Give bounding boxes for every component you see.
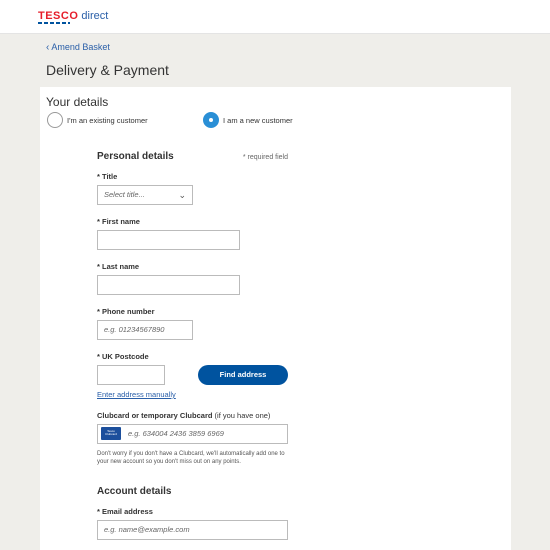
last-name-label: * Last name	[97, 262, 140, 271]
amend-basket-link[interactable]: ‹ Amend Basket	[46, 42, 110, 53]
amend-basket-label: Amend Basket	[51, 42, 110, 52]
title-select-value: Select title...	[104, 190, 145, 199]
existing-customer-radio[interactable]	[47, 112, 63, 128]
email-input[interactable]: e.g. name@example.com	[97, 520, 288, 540]
required-field-note: * required field	[242, 154, 288, 161]
chevron-down-icon: ⌄	[178, 190, 186, 200]
tesco-direct-logo[interactable]: TESCO direct	[38, 10, 108, 22]
personal-details-heading: Personal details	[97, 151, 174, 162]
clubcard-label: Clubcard or temporary Clubcard (if you h…	[97, 411, 270, 420]
chevron-left-icon: ‹	[46, 42, 50, 53]
enter-address-manually-link[interactable]: Enter address manually	[97, 390, 176, 399]
first-name-label: * First name	[97, 217, 140, 226]
postcode-label: * UK Postcode	[97, 352, 149, 361]
find-address-button[interactable]: Find address	[198, 365, 288, 385]
title-label: * Title	[97, 172, 118, 181]
new-customer-option[interactable]: I am a new customer	[203, 112, 293, 128]
phone-label: * Phone number	[97, 307, 155, 316]
clubcard-label-suffix: (if you have one)	[214, 411, 271, 420]
your-details-title: Your details	[46, 95, 109, 109]
existing-customer-label: I'm an existing customer	[67, 115, 148, 125]
last-name-input[interactable]	[97, 275, 240, 295]
new-customer-label: I am a new customer	[223, 115, 293, 125]
details-card: Your details I'm an existing customer I …	[40, 87, 511, 550]
new-customer-radio[interactable]	[203, 112, 219, 128]
logo-suffix: direct	[81, 10, 109, 22]
postcode-input[interactable]	[97, 365, 165, 385]
existing-customer-option[interactable]: I'm an existing customer	[47, 112, 148, 128]
logo-brand: TESCO	[38, 10, 79, 22]
page-title: Delivery & Payment	[46, 62, 169, 78]
clubcard-label-text: Clubcard or temporary Clubcard	[97, 411, 213, 420]
first-name-input[interactable]	[97, 230, 240, 250]
account-details-heading: Account details	[97, 486, 172, 497]
clubcard-input[interactable]: e.g. 634004 2436 3859 6969	[97, 424, 288, 444]
logo-stripes-icon	[38, 22, 70, 24]
clubcard-help-text: Don't worry if you don't have a Clubcard…	[97, 451, 285, 465]
phone-input[interactable]: e.g. 01234567890	[97, 320, 193, 340]
email-label: * Email address	[97, 507, 153, 516]
clubcard-icon: Tesco Clubcard	[101, 427, 121, 440]
top-bar: TESCO direct	[0, 0, 550, 34]
clubcard-icon-text: Tesco Clubcard	[104, 429, 117, 436]
title-select[interactable]: Select title... ⌄	[97, 185, 193, 205]
